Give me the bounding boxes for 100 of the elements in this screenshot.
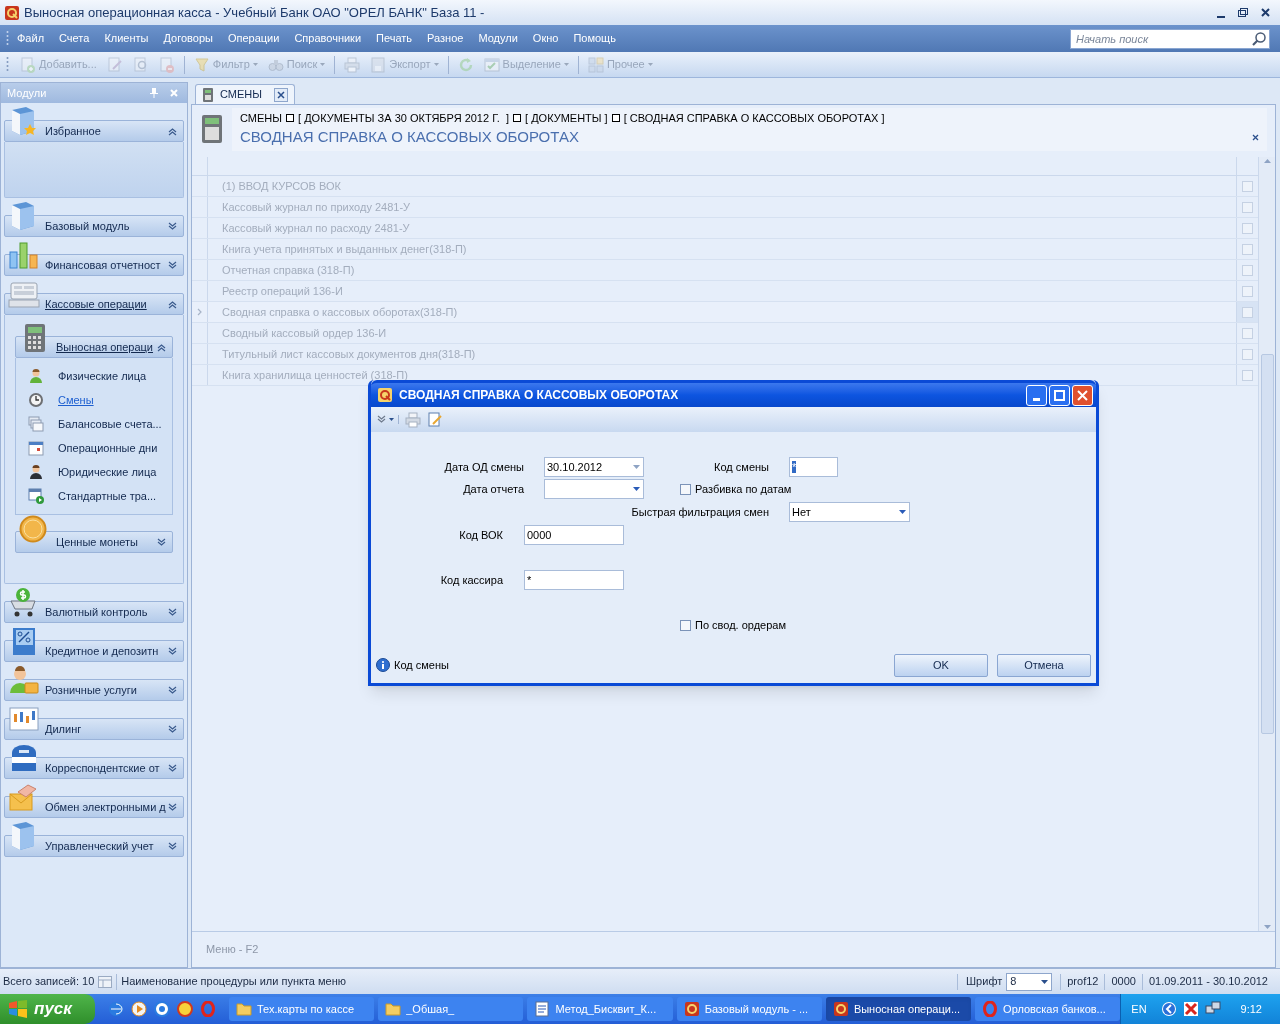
dialog-button[interactable]: OK <box>894 653 988 677</box>
row-checkbox[interactable] <box>1242 222 1253 234</box>
row-checkbox[interactable] <box>1242 201 1253 213</box>
row-checkbox[interactable] <box>1242 369 1253 381</box>
scrollbar-thumb[interactable] <box>1260 354 1274 734</box>
close-button[interactable] <box>1072 384 1093 406</box>
module-group-header[interactable]: Управленческий учет <box>4 835 184 857</box>
grid-row[interactable]: Отчетная справка (318-П) <box>192 260 1258 281</box>
menu-item[interactable]: Счета <box>59 30 90 47</box>
dialog-title: СВОДНАЯ СПРАВКА О КАССОВЫХ ОБОРОТАХ <box>399 387 680 404</box>
taskbar-button[interactable]: Выносная операци... <box>825 997 972 1021</box>
vertical-scrollbar[interactable] <box>1258 157 1275 931</box>
date-field[interactable]: 30.10.2012 <box>544 457 644 477</box>
module-group-header[interactable]: Розничные услуги <box>4 679 184 701</box>
network-icon <box>1204 1001 1221 1017</box>
row-checkbox[interactable] <box>1242 180 1253 192</box>
expand-icon <box>157 537 166 547</box>
dropdown-field[interactable]: Нет <box>789 502 910 522</box>
taskbar-button[interactable]: Орловская банков... <box>975 997 1121 1021</box>
minimize-button[interactable] <box>1026 384 1047 406</box>
grid-row[interactable]: Книга учета принятых и выданных денег(318-П) <box>192 239 1258 260</box>
taskbar-button[interactable]: _Обшая_ <box>378 997 524 1021</box>
print-button[interactable] <box>405 411 421 428</box>
square-icon <box>611 113 620 122</box>
caret-icon <box>389 418 394 421</box>
toolbar-button[interactable] <box>427 411 443 428</box>
expand-icon <box>168 646 177 656</box>
menu-item[interactable]: Справочники <box>294 30 362 47</box>
grid-row[interactable]: Сводная справка о кассовых оборотах(318-П) <box>192 302 1258 323</box>
menu-item[interactable]: Помощь <box>573 30 616 47</box>
input-field[interactable]: * <box>789 457 838 477</box>
module-group-header[interactable]: Обмен электронными д <box>4 796 184 818</box>
breadcrumb-item[interactable]: [ ДОКУМЕНТЫ ] <box>525 109 608 126</box>
module-item[interactable]: Юридические лица <box>16 460 172 484</box>
quick-launch-button[interactable] <box>130 1000 148 1018</box>
field-label: Код ВОК <box>459 527 503 543</box>
grid-cell-text: Титульный лист кассовых документов дня(318-П) <box>221 346 477 362</box>
tab[interactable]: СМЕНЫ <box>195 84 295 104</box>
app-icon <box>683 1001 700 1017</box>
module-group-header[interactable]: Ценные монеты <box>15 531 173 553</box>
font-size-select[interactable]: 8 <box>1006 972 1053 991</box>
breadcrumb-item[interactable]: [ ДОКУМЕНТЫ ЗА 30 ОКТЯБРЯ 2012 Г. ] <box>298 109 509 126</box>
taskbar-button[interactable]: Тех.карты по кассе <box>229 997 375 1021</box>
menu-item[interactable]: Договоры <box>163 30 213 47</box>
module-group-header[interactable]: Валютный контроль <box>4 601 184 623</box>
taskbar-button[interactable]: Базовый модуль - ... <box>676 997 822 1021</box>
language-indicator[interactable]: EN <box>1131 1000 1147 1018</box>
module-item[interactable]: Балансовые счета... <box>16 412 172 436</box>
row-checkbox[interactable] <box>1242 327 1253 339</box>
module-group-header[interactable]: Кредитное и депозитн <box>4 640 184 662</box>
row-checkbox[interactable] <box>1242 285 1253 297</box>
date-field[interactable] <box>544 479 644 499</box>
module-group-header[interactable]: Выносная операци <box>15 336 173 358</box>
row-checkbox[interactable] <box>1242 306 1253 318</box>
menu-item[interactable]: Окно <box>532 30 559 47</box>
taskbar-button[interactable]: Метод_Бисквит_К... <box>527 997 673 1021</box>
breadcrumb-item[interactable]: [ СВОДНАЯ СПРАВКА О КАССОВЫХ ОБОРОТАХ ] <box>623 109 885 126</box>
quick-launch-button[interactable] <box>176 1000 194 1018</box>
menu-item[interactable]: Разное <box>427 30 464 47</box>
input-field[interactable]: 0000 <box>524 525 624 545</box>
dialog-button[interactable]: Отмена <box>997 653 1091 677</box>
module-group-header[interactable]: Базовый модуль <box>4 215 184 237</box>
caret-icon <box>433 63 439 66</box>
module-group-header[interactable]: Избранное <box>4 120 184 142</box>
start-button[interactable]: пуск <box>0 994 95 1024</box>
close-icon <box>170 89 178 97</box>
restore-button[interactable] <box>1236 5 1250 20</box>
maximize-button[interactable] <box>1049 384 1070 406</box>
windows-logo-icon <box>8 1000 28 1018</box>
grid-cell-text: Книга учета принятых и выданных денег(318-П) <box>221 241 468 257</box>
module-item[interactable]: Физические лица <box>16 364 172 388</box>
menu-item[interactable]: Модули <box>478 30 518 47</box>
checkbox[interactable] <box>680 619 691 631</box>
row-checkbox[interactable] <box>1242 348 1253 360</box>
row-checkbox[interactable] <box>1242 243 1253 255</box>
grid-row[interactable]: Сводный кассовый ордер 136-И <box>192 323 1258 344</box>
module-item[interactable]: Стандартные тра... <box>16 484 172 508</box>
caret-icon <box>320 63 326 66</box>
input-field[interactable]: * <box>524 570 624 590</box>
row-checkbox[interactable] <box>1242 264 1253 276</box>
module-item[interactable]: Смены <box>16 388 172 412</box>
menu-item[interactable]: Клиенты <box>104 30 149 47</box>
checkbox[interactable] <box>680 483 691 495</box>
grid-row[interactable]: (1) ВВОД КУРСОВ ВОК <box>192 176 1258 197</box>
close-tab-button[interactable] <box>274 87 288 102</box>
search-field[interactable]: Начать поиск <box>1070 28 1270 49</box>
breadcrumb-item[interactable]: СМЕНЫ <box>240 109 282 126</box>
module-group-header[interactable]: Корреспондентские от <box>4 757 184 779</box>
bar-chart-icon <box>8 240 40 272</box>
module-group-header[interactable]: Финансовая отчетност <box>4 254 184 276</box>
module-item[interactable]: Операционные дни <box>16 436 172 460</box>
menu-item[interactable]: Операции <box>227 30 280 47</box>
menu-item[interactable]: Печать <box>376 30 413 47</box>
toolbar-button[interactable] <box>377 415 399 424</box>
grid-row[interactable]: Кассовый журнал по приходу 2481-У <box>192 197 1258 218</box>
date-range: 01.09.2011 - 30.10.2012 <box>1148 974 1269 990</box>
menu-item[interactable]: Файл <box>17 30 45 47</box>
grid-row[interactable]: Кассовый журнал по расходу 2481-У <box>192 218 1258 239</box>
pin-button[interactable] <box>147 86 161 100</box>
grid-row[interactable]: Титульный лист кассовых документов дня(318-П) <box>192 344 1258 365</box>
